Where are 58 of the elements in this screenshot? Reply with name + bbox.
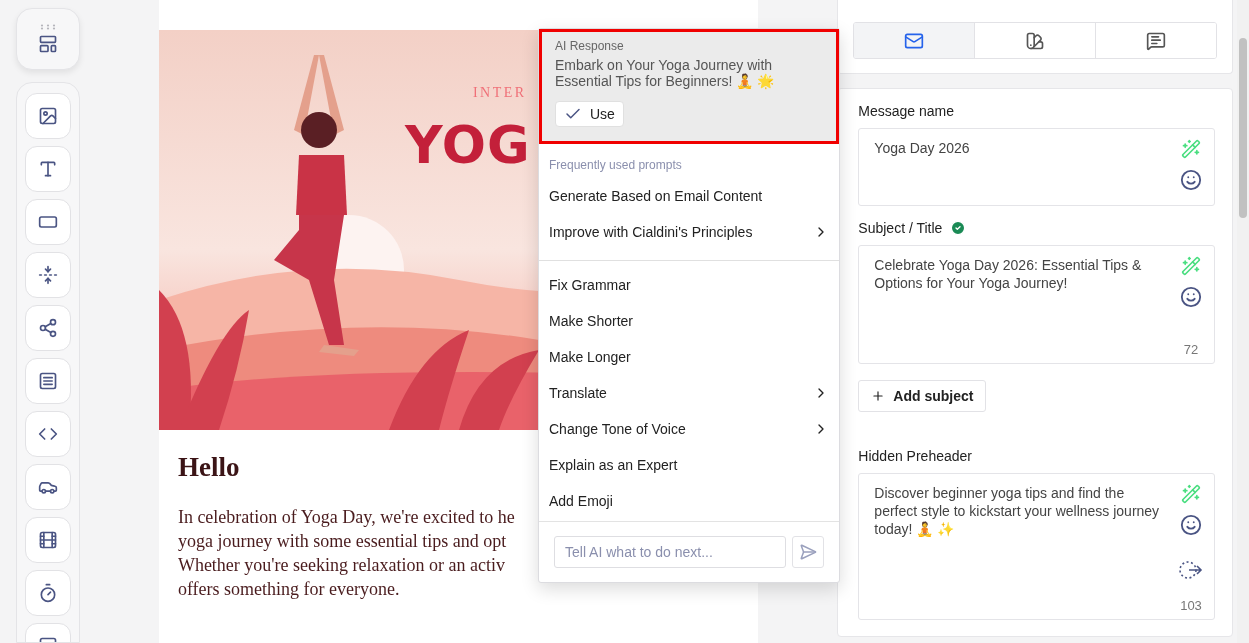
- swatch-icon: [1025, 30, 1046, 51]
- menu-item[interactable]: Explain as an Expert: [539, 447, 839, 483]
- tool-button[interactable]: [25, 93, 71, 139]
- film-icon: [38, 530, 58, 550]
- field-label: Subject / Title: [858, 220, 943, 236]
- tool-button[interactable]: [25, 199, 71, 245]
- send-button[interactable]: [792, 536, 824, 568]
- subject-field[interactable]: Celebrate Yoga Day 2026: Essential Tips & Options for Your Yoga Journey! 72: [858, 245, 1215, 364]
- character-count: 103: [1180, 598, 1202, 613]
- prompts-heading: Frequently used prompts: [548, 157, 683, 174]
- tool-button[interactable]: [25, 146, 71, 192]
- menu-item[interactable]: Add Emoji: [539, 483, 839, 519]
- drag-handle-icon[interactable]: [40, 24, 56, 30]
- tool-button[interactable]: [25, 358, 71, 404]
- menu-item[interactable]: Make Shorter: [539, 303, 839, 339]
- smiley-icon[interactable]: [1180, 169, 1202, 191]
- smiley-icon[interactable]: [1180, 286, 1202, 308]
- dashed-arrow-icon[interactable]: [1179, 560, 1203, 580]
- email-heading: Hello: [177, 452, 240, 483]
- hero-eyebrow: INTER: [472, 85, 527, 101]
- settings-tab[interactable]: [854, 23, 976, 58]
- tool-button[interactable]: [25, 252, 71, 298]
- ai-prompt-field[interactable]: Tell AI what to do next...: [554, 536, 786, 568]
- chat-icon: [1146, 30, 1167, 51]
- hero-title: YOG: [404, 115, 531, 175]
- scrollbar[interactable]: [1237, 0, 1249, 643]
- tool-button[interactable]: [25, 305, 71, 351]
- text-icon: [38, 159, 58, 179]
- response-label: AI Response: [555, 39, 624, 53]
- spacer-icon: [38, 265, 58, 285]
- response-text: Embark on Your Yoga Journey with Essential Tips for Beginners! 🧘 🌟: [555, 57, 776, 89]
- tool-button[interactable]: [25, 517, 71, 563]
- tool-button[interactable]: [25, 570, 71, 616]
- tool-button[interactable]: [25, 464, 71, 510]
- use-button[interactable]: Use: [555, 101, 624, 127]
- message-name-field[interactable]: Yoga Day 2026: [858, 128, 1215, 206]
- prompt-item[interactable]: Improve with Cialdini's Principles: [539, 214, 839, 250]
- share-icon: [38, 318, 58, 338]
- timer-icon: [38, 583, 58, 603]
- email-paragraph: In celebration of Yoga Day, we're excited to he yoga journey with some essential tips and opt Whether you're seeking relaxation or an activ offers something for everyone.: [177, 506, 515, 601]
- smiley-icon[interactable]: [1180, 514, 1202, 536]
- menu-item[interactable]: Fix Grammar: [539, 267, 839, 303]
- lines-icon: [38, 371, 58, 391]
- preheader-field[interactable]: Discover beginner yoga tips and find the perfect style to kickstart your wellness journey today! 🧘 ✨ 103: [858, 473, 1215, 620]
- prompt-item[interactable]: Generate Based on Email Content: [539, 178, 839, 214]
- tool-button[interactable]: [25, 411, 71, 457]
- field-label: Hidden Preheader: [858, 448, 972, 464]
- menu-item[interactable]: Make Longer: [539, 339, 839, 375]
- add-subject-button[interactable]: Add subject: [858, 380, 987, 412]
- layout-tool-card[interactable]: [16, 8, 80, 70]
- plus-icon: [871, 389, 886, 403]
- image-icon: [38, 106, 58, 126]
- send-icon: [799, 543, 817, 561]
- layout-icon: [38, 34, 58, 54]
- menu-item[interactable]: Change Tone of Voice: [539, 411, 839, 447]
- character-count: 72: [1183, 342, 1199, 357]
- menu-item[interactable]: Translate: [539, 375, 839, 411]
- field-label: Message name: [858, 103, 955, 119]
